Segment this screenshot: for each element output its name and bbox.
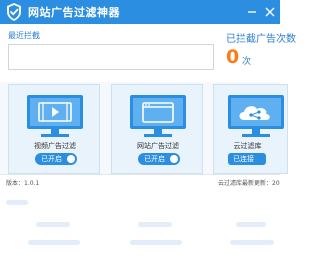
reflection-blur [28,240,80,245]
reflection-blur [138,222,172,227]
web-filter-toggle-label: 已开启 [144,155,165,163]
recent-blocked-label: 最近拦截 [8,31,40,40]
web-filter-card[interactable]: 网站广告过滤 已开启 [111,84,203,174]
web-filter-label: 网站广告过滤 [137,142,179,150]
toggle-knob [170,155,178,163]
cloud-filter-label: 云过滤库 [233,142,262,150]
browser-window-icon [130,95,186,137]
cloud-share-icon [228,95,284,137]
cloud-update-text: 云过滤库最新更新：20 [218,180,280,187]
shield-check-icon [7,3,21,21]
video-filter-card[interactable]: 视频广告过滤 已开启 [8,84,100,174]
reflection-blur [36,222,70,227]
reflection-blur [130,240,182,245]
cloud-filter-toggle[interactable]: 已连接 [228,153,266,165]
web-filter-toggle[interactable]: 已开启 [138,153,180,165]
video-filter-toggle-label: 已开启 [41,155,62,163]
reflection-blur [236,222,266,227]
blocked-count: 0 [226,46,240,68]
minimize-icon[interactable] [246,6,258,18]
video-filter-toggle[interactable]: 已开启 [35,153,77,165]
status-bar: 版本：1.0.1 云过滤库最新更新：20 [0,174,280,190]
version-text: 版本：1.0.1 [6,180,40,187]
blocked-count-label: 已拦截广告次数 [226,34,296,45]
window-reflection [0,190,280,270]
close-icon[interactable] [264,6,276,18]
reflection-blur [230,240,274,245]
app-title: 网站广告过滤神器 [28,6,120,19]
cloud-filter-card[interactable]: 云过滤库 已连接 [213,84,288,174]
video-play-icon [27,95,83,137]
reflection-blur [6,200,28,205]
video-filter-label: 视频广告过滤 [34,142,76,150]
title-bar: 网站广告过滤神器 [0,0,280,24]
recent-blocked-box [8,44,214,70]
cloud-filter-toggle-label: 已连接 [233,155,254,163]
toggle-knob [67,155,75,163]
blocked-count-unit: 次 [242,57,252,67]
